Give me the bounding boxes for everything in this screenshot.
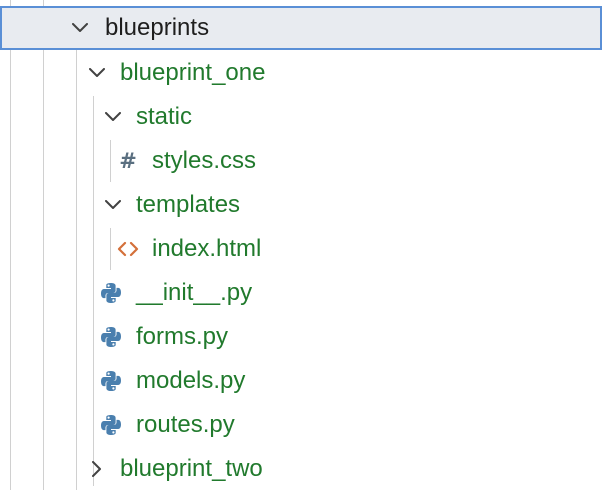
tree-item-init-py[interactable]: __init__.py <box>0 271 602 315</box>
folder-name: blueprint_one <box>120 59 266 86</box>
tree-item-models-py[interactable]: models.py <box>0 359 602 403</box>
tree-item-routes-py[interactable]: routes.py <box>0 403 602 447</box>
file-name: routes.py <box>136 411 235 438</box>
tree-item-blueprint-one[interactable]: blueprint_one <box>0 51 602 95</box>
tree-item-index-html[interactable]: index.html <box>0 227 602 271</box>
tree-item-forms-py[interactable]: forms.py <box>0 315 602 359</box>
chevron-down-icon[interactable] <box>102 95 124 139</box>
tree-item-static[interactable]: static <box>0 95 602 139</box>
folder-name: blueprint_two <box>120 455 263 482</box>
python-icon <box>99 271 123 315</box>
file-explorer-tree: blueprints blueprint_one static # styles… <box>0 0 602 490</box>
chevron-down-icon[interactable] <box>69 8 91 48</box>
folder-name: static <box>136 103 193 130</box>
file-name: styles.css <box>152 147 257 174</box>
tree-item-blueprints[interactable]: blueprints <box>0 6 602 50</box>
chevron-down-icon[interactable] <box>86 51 108 95</box>
folder-name: templates <box>136 191 241 218</box>
hash-icon: # <box>119 148 137 173</box>
file-name: __init__.py <box>136 279 253 306</box>
file-name: models.py <box>136 367 246 394</box>
python-icon <box>99 315 123 359</box>
tree-item-styles-css[interactable]: # styles.css <box>0 139 602 183</box>
python-icon <box>99 403 123 447</box>
tree-item-blueprint-two[interactable]: blueprint_two <box>0 447 602 491</box>
tree-item-templates[interactable]: templates <box>0 183 602 227</box>
folder-name: blueprints <box>105 14 210 41</box>
python-icon <box>99 359 123 403</box>
file-name: index.html <box>152 235 262 262</box>
chevron-down-icon[interactable] <box>102 183 124 227</box>
chevron-right-icon[interactable] <box>86 447 108 491</box>
html-code-icon <box>116 227 140 271</box>
file-name: forms.py <box>136 323 229 350</box>
